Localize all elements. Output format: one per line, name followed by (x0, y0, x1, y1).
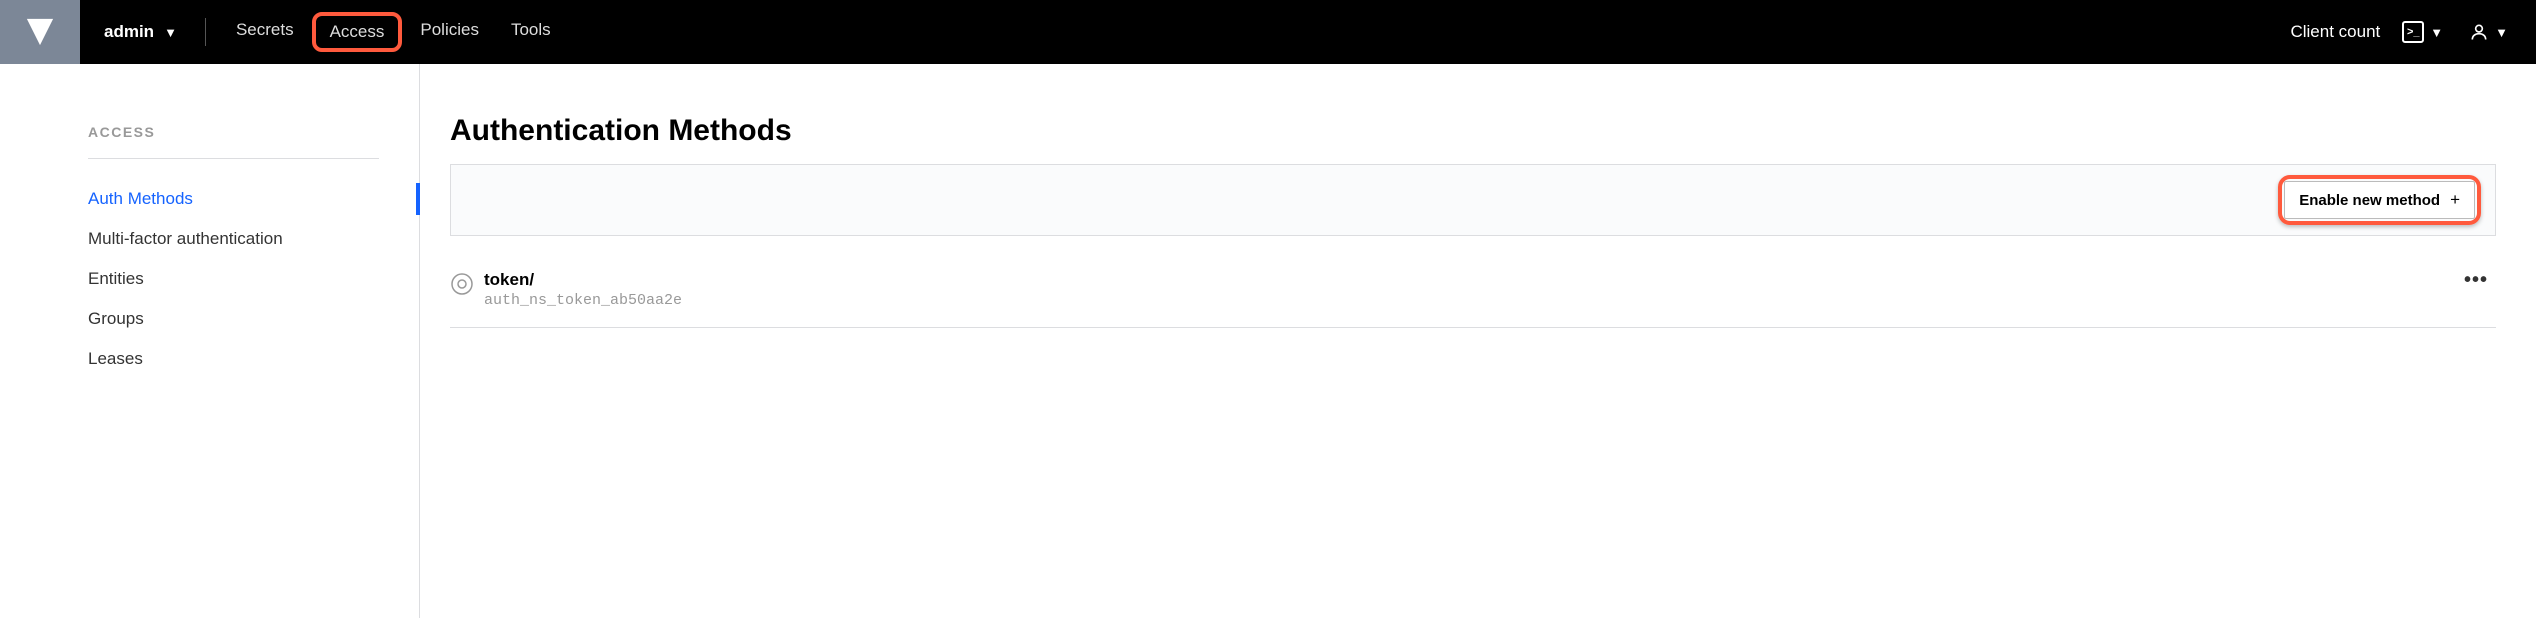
auth-method-row[interactable]: token/ auth_ns_token_ab50aa2e ••• (450, 260, 2496, 328)
divider (205, 18, 206, 46)
top-navigation-bar: admin ▼ Secrets Access Policies Tools Cl… (0, 0, 2536, 64)
sidebar-header: ACCESS (88, 124, 379, 159)
chevron-down-icon: ▼ (2495, 25, 2508, 40)
console-menu[interactable]: >_ ▼ (2398, 17, 2447, 47)
more-options-button[interactable]: ••• (2464, 270, 2496, 290)
chevron-down-icon: ▼ (2430, 25, 2443, 40)
vault-logo[interactable] (0, 0, 80, 64)
enable-button-label: Enable new method (2299, 192, 2440, 209)
tab-secrets[interactable]: Secrets (222, 12, 308, 52)
highlight-annotation: Enable new method + (2278, 175, 2481, 225)
main-content: Authentication Methods Enable new method… (420, 64, 2536, 618)
enable-new-method-button[interactable]: Enable new method + (2284, 181, 2475, 219)
sidebar-item-mfa[interactable]: Multi-factor authentication (88, 219, 419, 259)
plus-icon: + (2450, 190, 2460, 210)
page-title: Authentication Methods (450, 114, 2496, 148)
namespace-label: admin (104, 22, 154, 42)
terminal-icon: >_ (2402, 21, 2424, 43)
nav-tabs: Secrets Access Policies Tools (222, 12, 565, 52)
namespace-selector[interactable]: admin ▼ (80, 22, 201, 42)
method-id: auth_ns_token_ab50aa2e (484, 292, 2464, 309)
user-icon (2469, 22, 2489, 42)
sidebar-item-groups[interactable]: Groups (88, 299, 419, 339)
chevron-down-icon: ▼ (164, 25, 177, 40)
user-menu[interactable]: ▼ (2465, 18, 2512, 46)
method-name: token/ (484, 270, 2464, 290)
sidebar-item-auth-methods[interactable]: Auth Methods (88, 179, 419, 219)
sidebar-item-entities[interactable]: Entities (88, 259, 419, 299)
tab-policies[interactable]: Policies (406, 12, 493, 52)
sidebar-item-leases[interactable]: Leases (88, 339, 419, 379)
client-count-link[interactable]: Client count (2290, 22, 2380, 42)
auth-methods-list: token/ auth_ns_token_ab50aa2e ••• (450, 260, 2496, 328)
token-icon (450, 272, 474, 296)
sidebar: ACCESS Auth Methods Multi-factor authent… (0, 64, 420, 618)
action-bar: Enable new method + (450, 164, 2496, 236)
tab-tools[interactable]: Tools (497, 12, 565, 52)
tab-access[interactable]: Access (312, 12, 403, 52)
